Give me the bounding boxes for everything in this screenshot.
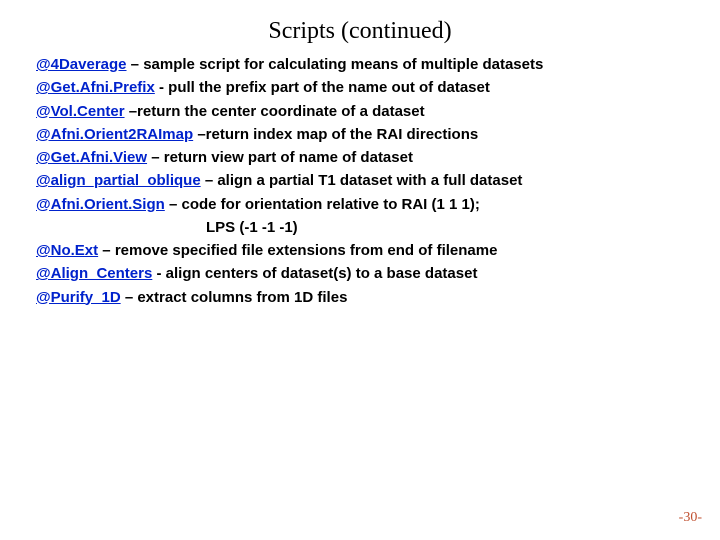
separator: –	[98, 242, 115, 259]
list-item: @Purify_1D – extract columns from 1D fil…	[36, 286, 692, 309]
separator: –	[193, 126, 206, 143]
script-name: @Afni.Orient2RAImap	[36, 126, 193, 143]
script-list: @4Daverage – sample script for calculati…	[0, 53, 720, 309]
script-desc: align centers of dataset(s) to a base da…	[166, 265, 478, 282]
script-name: @Get.Afni.Prefix	[36, 79, 155, 96]
script-desc: return index map of the RAI directions	[206, 126, 479, 143]
script-desc: remove specified file extensions from en…	[115, 242, 498, 259]
script-name: @Purify_1D	[36, 289, 121, 306]
list-item: @Afni.Orient.Sign – code for orientation…	[36, 193, 692, 216]
list-item: @Align_Centers - align centers of datase…	[36, 262, 692, 285]
script-desc: code for orientation relative to RAI (1 …	[181, 196, 479, 213]
script-desc: pull the prefix part of the name out of …	[168, 79, 490, 96]
script-desc: return the center coordinate of a datase…	[137, 103, 425, 120]
script-name: @Align_Centers	[36, 265, 152, 282]
list-item: @Vol.Center –return the center coordinat…	[36, 100, 692, 123]
script-desc: extract columns from 1D files	[137, 289, 347, 306]
script-desc: align a partial T1 dataset with a full d…	[217, 172, 522, 189]
separator: –	[201, 172, 218, 189]
script-name: @align_partial_oblique	[36, 172, 201, 189]
script-name: @Afni.Orient.Sign	[36, 196, 165, 213]
script-desc: LPS (-1 -1 -1)	[206, 219, 298, 236]
page-number: -30-	[679, 510, 702, 526]
script-name: @Vol.Center	[36, 103, 125, 120]
separator: –	[121, 289, 138, 306]
separator: -	[155, 79, 168, 96]
script-name: @Get.Afni.View	[36, 149, 147, 166]
list-item: @Afni.Orient2RAImap –return index map of…	[36, 123, 692, 146]
separator: –	[147, 149, 164, 166]
separator: –	[127, 56, 144, 73]
script-name: @No.Ext	[36, 242, 98, 259]
script-desc: sample script for calculating means of m…	[143, 56, 543, 73]
list-item: @4Daverage – sample script for calculati…	[36, 53, 692, 76]
separator: –	[125, 103, 138, 120]
script-name: @4Daverage	[36, 56, 127, 73]
list-item: @Get.Afni.Prefix - pull the prefix part …	[36, 76, 692, 99]
list-item: @Get.Afni.View – return view part of nam…	[36, 146, 692, 169]
list-item: LPS (-1 -1 -1)	[36, 216, 692, 239]
page-title: Scripts (continued)	[0, 0, 720, 53]
list-item: @align_partial_oblique – align a partial…	[36, 169, 692, 192]
list-item: @No.Ext – remove specified file extensio…	[36, 239, 692, 262]
separator: –	[165, 196, 182, 213]
separator: -	[152, 265, 165, 282]
script-desc: return view part of name of dataset	[164, 149, 413, 166]
